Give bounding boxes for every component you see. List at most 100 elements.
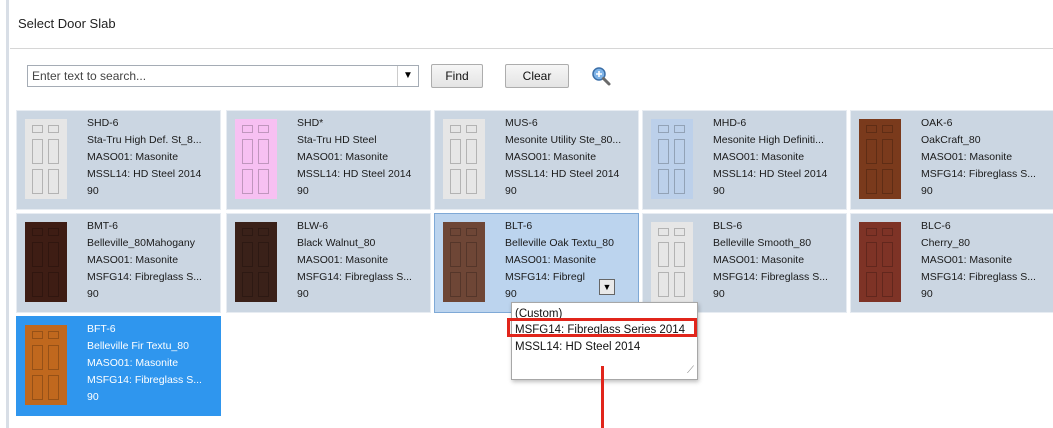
door-series[interactable]: MSFG14: Fibreglass S... xyxy=(297,269,412,286)
door-series[interactable]: MSSL14: HD Steel 2014 xyxy=(297,166,411,183)
dropdown-option-steel[interactable]: MSSL14: HD Steel 2014 xyxy=(515,341,640,353)
door-code: BMT-6 xyxy=(87,220,118,232)
door-code: OAK-6 xyxy=(921,117,953,129)
door-panel xyxy=(242,139,253,164)
door-card[interactable]: BMT-6 Belleville_80Mahogany MASO01: Masoni… xyxy=(16,213,221,313)
door-code: BLW-6 xyxy=(297,220,329,232)
find-button[interactable]: Find xyxy=(431,64,483,88)
door-code: BLT-6 xyxy=(505,220,533,232)
door-num: 90 xyxy=(297,185,309,197)
door-thumbnail xyxy=(235,222,277,302)
door-card[interactable]: BLS-6 Belleville Smooth_80 MASO01: Masonit… xyxy=(642,213,847,313)
door-name: Black Walnut_80 xyxy=(297,237,376,249)
door-card[interactable]: SHD* Sta-Tru HD Steel MASO01: Masonite MSSL… xyxy=(226,110,431,210)
door-info: SHD* Sta-Tru HD Steel MASO01: Masonite MSSL… xyxy=(297,115,411,200)
door-thumbnail xyxy=(443,119,485,199)
door-panel xyxy=(48,331,59,339)
door-card[interactable]: BFT-6 Belleville Fir Textu_80 MASO01: Maso… xyxy=(16,316,221,416)
door-mfr: MASO01: Masonite xyxy=(297,151,389,163)
series-dropdown-list[interactable]: (Custom) MSFG14: Fibreglass Series 2014 … xyxy=(511,302,698,380)
door-panel xyxy=(48,375,59,400)
door-panel xyxy=(258,242,269,267)
highlight-box xyxy=(507,318,697,337)
door-panel xyxy=(242,242,253,267)
door-panel xyxy=(32,345,43,370)
door-card[interactable]: OAK-6 OakCraft_80 MASO01: Masonite MSFG14: … xyxy=(850,110,1053,210)
door-num: 90 xyxy=(921,185,933,197)
door-info: OAK-6 OakCraft_80 MASO01: Masonite MSFG14: … xyxy=(921,115,1036,200)
door-card[interactable]: MUS-6 Mesonite Utility Ste_80... MASO01: M… xyxy=(434,110,639,210)
door-card[interactable]: SHD-6 Sta-Tru High Def. St_8... MASO01: Ma… xyxy=(16,110,221,210)
door-panel xyxy=(242,169,253,194)
door-panel xyxy=(866,272,877,297)
door-panel xyxy=(32,125,43,133)
door-name: Cherry_80 xyxy=(921,237,971,249)
door-num: 90 xyxy=(921,288,933,300)
door-panel xyxy=(882,242,893,267)
door-num: 90 xyxy=(505,185,517,197)
door-num: 90 xyxy=(713,185,725,197)
door-name: Belleville Fir Textu_80 xyxy=(87,340,189,352)
door-series[interactable]: MSSL14: HD Steel 2014 xyxy=(713,166,827,183)
left-border xyxy=(6,0,9,428)
door-panel xyxy=(48,125,59,133)
door-thumbnail xyxy=(443,222,485,302)
door-series[interactable]: MSFG14: Fibreglass S... xyxy=(87,372,202,389)
door-panel xyxy=(882,272,893,297)
door-panel xyxy=(450,125,461,133)
door-series[interactable]: MSFG14: Fibreglass S... xyxy=(921,269,1036,286)
title-separator xyxy=(10,48,1053,49)
door-panel xyxy=(658,169,669,194)
door-info: BLS-6 Belleville Smooth_80 MASO01: Masonit… xyxy=(713,218,828,303)
door-info: BLT-6 Belleville Oak Textu_80 MASO01: Maso… xyxy=(505,218,614,303)
clear-button[interactable]: Clear xyxy=(505,64,569,88)
door-panel xyxy=(258,139,269,164)
door-card[interactable]: BLW-6 Black Walnut_80 MASO01: Masonite MSFG… xyxy=(226,213,431,313)
door-panel xyxy=(658,228,669,236)
door-panel xyxy=(866,242,877,267)
door-thumbnail xyxy=(859,222,901,302)
zoom-icon[interactable] xyxy=(590,65,612,87)
door-panel xyxy=(882,139,893,164)
door-name: Belleville Smooth_80 xyxy=(713,237,812,249)
door-panel xyxy=(32,169,43,194)
door-panel xyxy=(32,272,43,297)
door-series[interactable]: MSSL14: HD Steel 2014 xyxy=(87,166,202,183)
door-thumbnail xyxy=(25,119,67,199)
chevron-down-icon: ▼ xyxy=(403,70,413,81)
search-input[interactable] xyxy=(28,66,392,86)
door-series[interactable]: MSFG14: Fibregl xyxy=(505,269,614,286)
door-panel xyxy=(242,228,253,236)
door-panel xyxy=(466,242,477,267)
door-info: MUS-6 Mesonite Utility Ste_80... MASO01: M… xyxy=(505,115,621,200)
door-series[interactable]: MSFG14: Fibreglass S... xyxy=(713,269,828,286)
resize-grip-icon[interactable]: ⟋ xyxy=(687,365,694,376)
callout-line xyxy=(601,366,604,428)
door-panel xyxy=(674,139,685,164)
door-panel xyxy=(658,125,669,133)
door-panel xyxy=(242,125,253,133)
door-mfr: MASO01: Masonite xyxy=(87,151,179,163)
door-name: Belleville_80Mahogany xyxy=(87,237,195,249)
search-dropdown-button[interactable]: ▼ xyxy=(397,66,418,86)
door-mfr: MASO01: Masonite xyxy=(505,254,597,266)
door-series[interactable]: MSFG14: Fibreglass S... xyxy=(921,166,1036,183)
door-num: 90 xyxy=(87,288,99,300)
door-thumbnail xyxy=(651,222,693,302)
door-series[interactable]: MSFG14: Fibreglass S... xyxy=(87,269,202,286)
door-panel xyxy=(674,169,685,194)
door-panel xyxy=(450,228,461,236)
door-thumbnail xyxy=(235,119,277,199)
door-info: BLC-6 Cherry_80 MASO01: Masonite MSFG14: Fi… xyxy=(921,218,1036,303)
door-panel xyxy=(258,228,269,236)
series-dropdown-arrow[interactable]: ▼ xyxy=(599,279,615,295)
door-panel xyxy=(258,169,269,194)
door-name: Sta-Tru HD Steel xyxy=(297,134,377,146)
door-card[interactable]: BLT-6 Belleville Oak Textu_80 MASO01: Maso… xyxy=(434,213,639,313)
door-mfr: MASO01: Masonite xyxy=(921,151,1013,163)
door-series[interactable]: MSSL14: HD Steel 2014 xyxy=(505,166,621,183)
door-panel xyxy=(466,125,477,133)
door-card[interactable]: BLC-6 Cherry_80 MASO01: Masonite MSFG14: Fi… xyxy=(850,213,1053,313)
search-combobox[interactable]: ▼ xyxy=(27,65,419,87)
door-card[interactable]: MHD-6 Mesonite High Definiti... MASO01: Ma… xyxy=(642,110,847,210)
